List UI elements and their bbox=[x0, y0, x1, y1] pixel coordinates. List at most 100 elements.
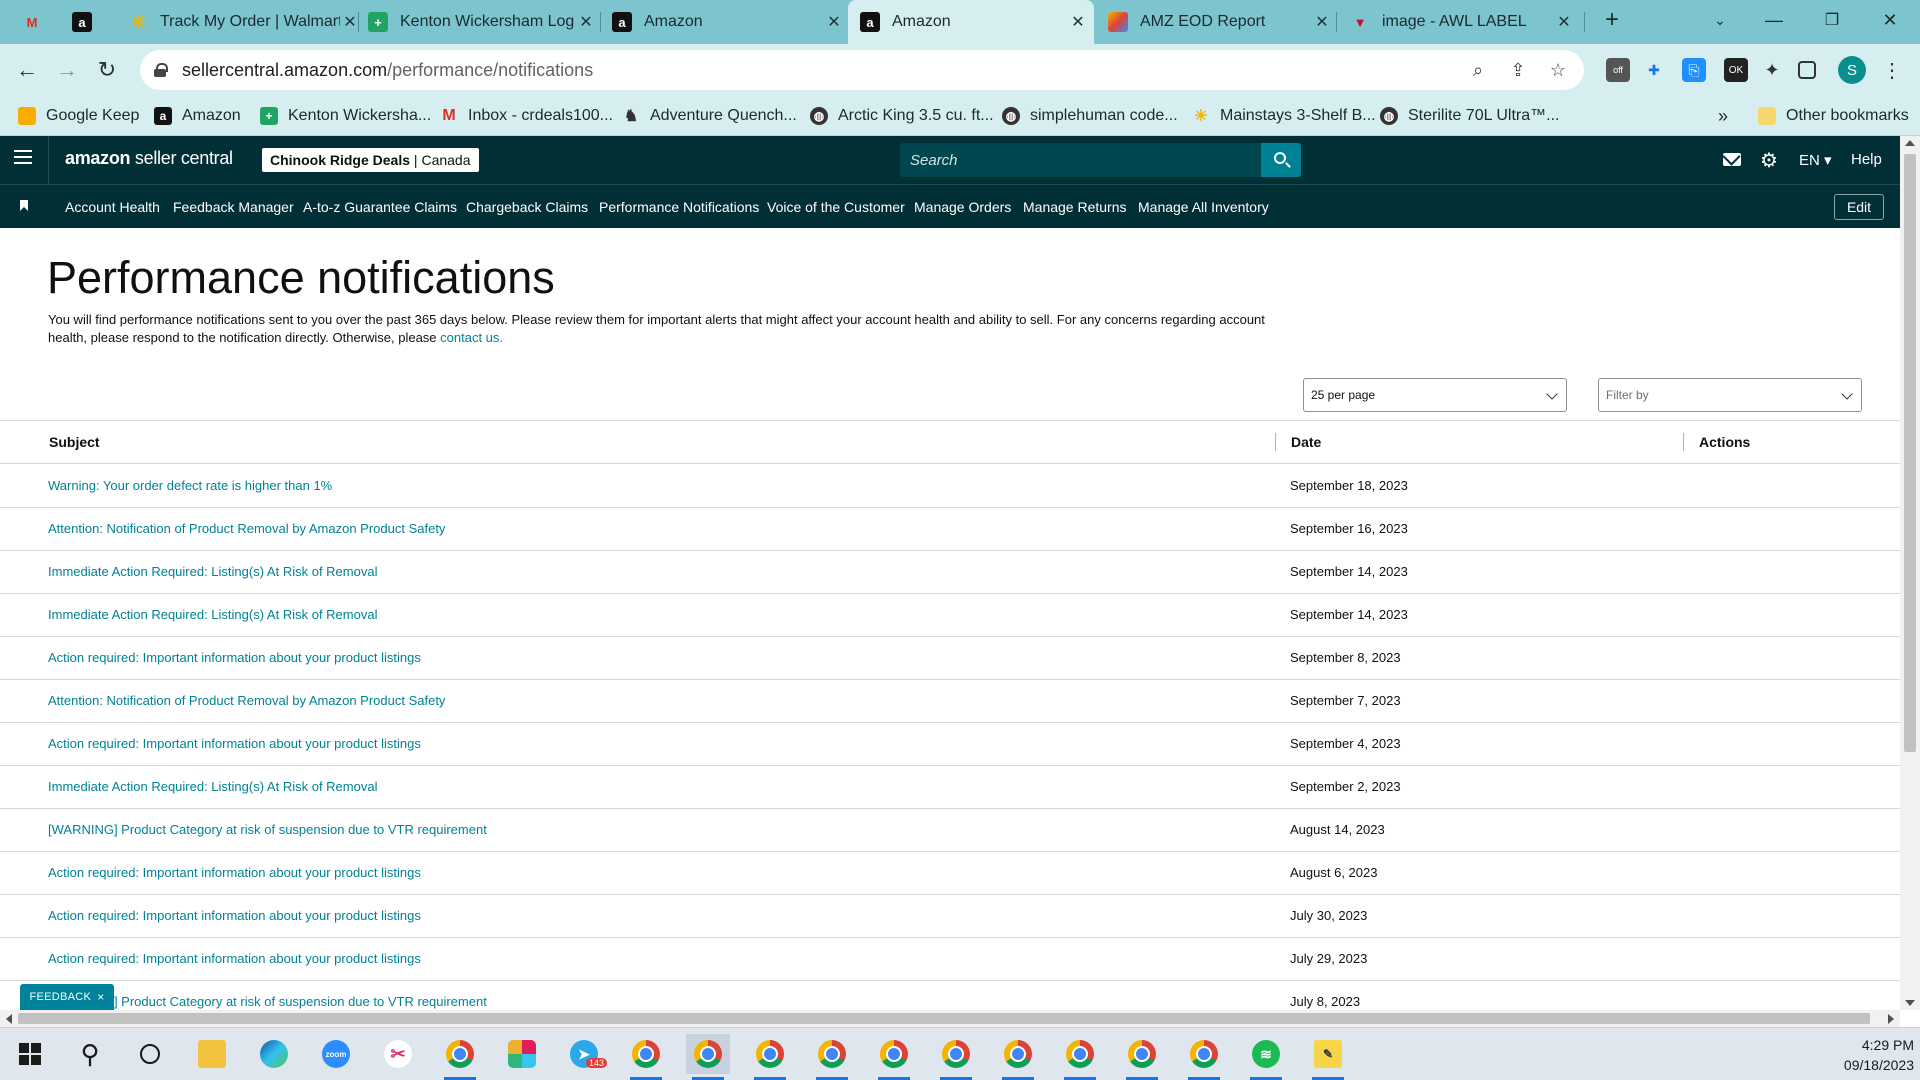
restore-icon[interactable]: ❐ bbox=[1808, 0, 1856, 40]
bookmark-item[interactable]: ◍ Arctic King 3.5 cu. ft... bbox=[810, 104, 994, 128]
store-switcher[interactable]: Chinook Ridge Deals | Canada bbox=[262, 148, 479, 172]
edge-icon[interactable] bbox=[252, 1034, 296, 1074]
system-clock[interactable]: 4:29 PM 09/18/2023 bbox=[1810, 1035, 1914, 1075]
filter-select[interactable]: Filter by bbox=[1598, 378, 1862, 412]
notification-subject-link[interactable]: Immediate Action Required: Listing(s) At… bbox=[48, 564, 377, 579]
minimize-icon[interactable]: — bbox=[1750, 0, 1798, 40]
bookmark-item[interactable]: ◍ simplehuman code... bbox=[1002, 104, 1178, 128]
chrome-icon[interactable] bbox=[996, 1034, 1040, 1080]
hamburger-menu-icon[interactable] bbox=[14, 150, 32, 164]
close-window-icon[interactable]: ✕ bbox=[1866, 0, 1914, 40]
notification-subject-link[interactable]: Immediate Action Required: Listing(s) At… bbox=[48, 607, 377, 622]
notification-subject-link[interactable]: Action required: Important information a… bbox=[48, 736, 421, 751]
bookmark-item[interactable]: ◍ Sterilite 70L Ultra™... bbox=[1380, 104, 1559, 128]
close-icon[interactable]: ✕ bbox=[824, 12, 844, 32]
nav-chargeback-claims[interactable]: Chargeback Claims bbox=[466, 199, 588, 215]
bookmark-item[interactable]: ✳ Mainstays 3-Shelf B... bbox=[1192, 104, 1375, 128]
close-icon[interactable]: ✕ bbox=[1312, 12, 1332, 32]
chrome-icon[interactable] bbox=[438, 1034, 482, 1080]
snip-icon[interactable]: ✂ bbox=[376, 1034, 420, 1074]
bookmark-item[interactable]: a Amazon bbox=[154, 104, 241, 128]
notification-subject-link[interactable]: Action required: Important information a… bbox=[48, 650, 421, 665]
tab-amazon-active[interactable]: a Amazon ✕ bbox=[848, 0, 1094, 44]
zoom-icon[interactable]: zoom bbox=[314, 1034, 358, 1074]
notification-subject-link[interactable]: [WARNING] Product Category at risk of su… bbox=[48, 822, 487, 837]
help-link[interactable]: Help bbox=[1851, 151, 1882, 168]
horizontal-scrollbar[interactable] bbox=[0, 1010, 1900, 1027]
chrome-icon[interactable] bbox=[1058, 1034, 1102, 1080]
search-button[interactable] bbox=[1261, 143, 1301, 177]
per-page-select[interactable]: 25 per page bbox=[1303, 378, 1567, 412]
nav-account-health[interactable]: Account Health bbox=[65, 199, 160, 215]
puzzle-icon[interactable]: ✦ bbox=[1760, 58, 1784, 82]
edit-nav-button[interactable]: Edit bbox=[1834, 194, 1884, 220]
notification-subject-link[interactable]: Attention: Notification of Product Remov… bbox=[48, 521, 445, 536]
chrome-icon[interactable] bbox=[872, 1034, 916, 1080]
close-icon[interactable]: × bbox=[97, 990, 104, 1004]
vertical-scrollbar[interactable] bbox=[1900, 136, 1920, 1010]
extension-icon[interactable]: ⎘ bbox=[1682, 58, 1706, 82]
profile-avatar[interactable]: S bbox=[1838, 56, 1866, 84]
language-selector[interactable]: EN ▾ bbox=[1799, 151, 1832, 169]
reload-icon[interactable]: ↻ bbox=[92, 55, 122, 85]
scroll-thumb[interactable] bbox=[18, 1013, 1870, 1024]
bookmarks-overflow[interactable]: » bbox=[1718, 104, 1728, 128]
chrome-icon[interactable] bbox=[1120, 1034, 1164, 1080]
extension-ok-icon[interactable]: OK bbox=[1724, 58, 1748, 82]
chrome-icon[interactable] bbox=[748, 1034, 792, 1080]
telegram-icon[interactable]: ➤ 143 bbox=[562, 1034, 608, 1074]
nav-manage-all-inventory[interactable]: Manage All Inventory bbox=[1138, 199, 1269, 215]
chrome-icon[interactable] bbox=[686, 1034, 730, 1080]
nav-feedback-manager[interactable]: Feedback Manager bbox=[173, 199, 294, 215]
chrome-icon[interactable] bbox=[624, 1034, 668, 1080]
tab-awl-label[interactable]: ▼ image - AWL LABEL ✕ bbox=[1342, 0, 1574, 44]
gear-icon[interactable]: ⚙ bbox=[1760, 148, 1778, 173]
tab-amz-eod-report[interactable]: AMZ EOD Report ✕ bbox=[1100, 0, 1332, 44]
seller-central-logo[interactable]: amazon seller central bbox=[65, 148, 233, 169]
tab-gmail[interactable]: M bbox=[22, 0, 52, 44]
chrome-icon[interactable] bbox=[810, 1034, 854, 1080]
start-button[interactable] bbox=[8, 1034, 52, 1074]
close-icon[interactable]: ✕ bbox=[576, 12, 596, 32]
scroll-right-icon[interactable] bbox=[1888, 1014, 1894, 1024]
chrome-icon[interactable] bbox=[1182, 1034, 1226, 1080]
bookmark-icon[interactable] bbox=[20, 200, 28, 211]
url-field[interactable]: sellercentral.amazon.com/performance/not… bbox=[140, 50, 1584, 90]
tab-search-icon[interactable]: ⌄ bbox=[1696, 0, 1744, 40]
task-view-icon[interactable] bbox=[128, 1034, 172, 1074]
nav-manage-returns[interactable]: Manage Returns bbox=[1023, 199, 1127, 215]
chrome-icon[interactable] bbox=[934, 1034, 978, 1080]
zoom-icon[interactable]: ⌕ bbox=[1466, 58, 1490, 82]
forward-icon[interactable]: → bbox=[52, 55, 82, 85]
column-date[interactable]: Date bbox=[1291, 434, 1321, 450]
extension-icon[interactable]: ✚ bbox=[1642, 58, 1666, 82]
bookmark-item[interactable]: + Kenton Wickersha... bbox=[260, 104, 431, 128]
other-bookmarks[interactable]: Other bookmarks bbox=[1758, 104, 1909, 128]
slack-icon[interactable] bbox=[500, 1034, 544, 1074]
nav-a-to-z-claims[interactable]: A-to-z Guarantee Claims bbox=[303, 199, 457, 215]
spotify-icon[interactable]: ≋ bbox=[1244, 1034, 1288, 1080]
menu-dots-icon[interactable]: ⋮ bbox=[1880, 58, 1904, 82]
scroll-up-icon[interactable] bbox=[1905, 140, 1915, 146]
close-icon[interactable]: ✕ bbox=[340, 12, 360, 32]
notification-subject-link[interactable]: Action required: Important information a… bbox=[48, 908, 421, 923]
bookmark-item[interactable]: M Inbox - crdeals100... bbox=[440, 104, 613, 128]
search-input[interactable]: Search bbox=[900, 143, 1261, 177]
notification-subject-link[interactable]: Action required: Important information a… bbox=[48, 951, 421, 966]
tab-amazon-pinned[interactable]: a bbox=[72, 0, 102, 44]
scroll-thumb[interactable] bbox=[1904, 154, 1916, 752]
back-icon[interactable]: ← bbox=[12, 55, 42, 85]
close-icon[interactable]: ✕ bbox=[1068, 12, 1088, 32]
column-subject[interactable]: Subject bbox=[49, 434, 100, 450]
file-explorer-icon[interactable] bbox=[190, 1034, 234, 1074]
nav-performance-notifications[interactable]: Performance Notifications bbox=[599, 199, 759, 215]
nav-manage-orders[interactable]: Manage Orders bbox=[914, 199, 1011, 215]
bookmark-item[interactable]: ♞ Adventure Quench... bbox=[622, 104, 797, 128]
tab-amazon[interactable]: a Amazon ✕ bbox=[604, 0, 844, 44]
notification-subject-link[interactable]: Action required: Important information a… bbox=[48, 865, 421, 880]
tab-kenton-log[interactable]: + Kenton Wickersham Log ✕ bbox=[360, 0, 596, 44]
share-icon[interactable]: ⇪ bbox=[1506, 58, 1530, 82]
notification-subject-link[interactable]: Attention: Notification of Product Remov… bbox=[48, 693, 445, 708]
bookmark-item[interactable]: Google Keep bbox=[18, 104, 139, 128]
mail-icon[interactable] bbox=[1723, 153, 1741, 166]
